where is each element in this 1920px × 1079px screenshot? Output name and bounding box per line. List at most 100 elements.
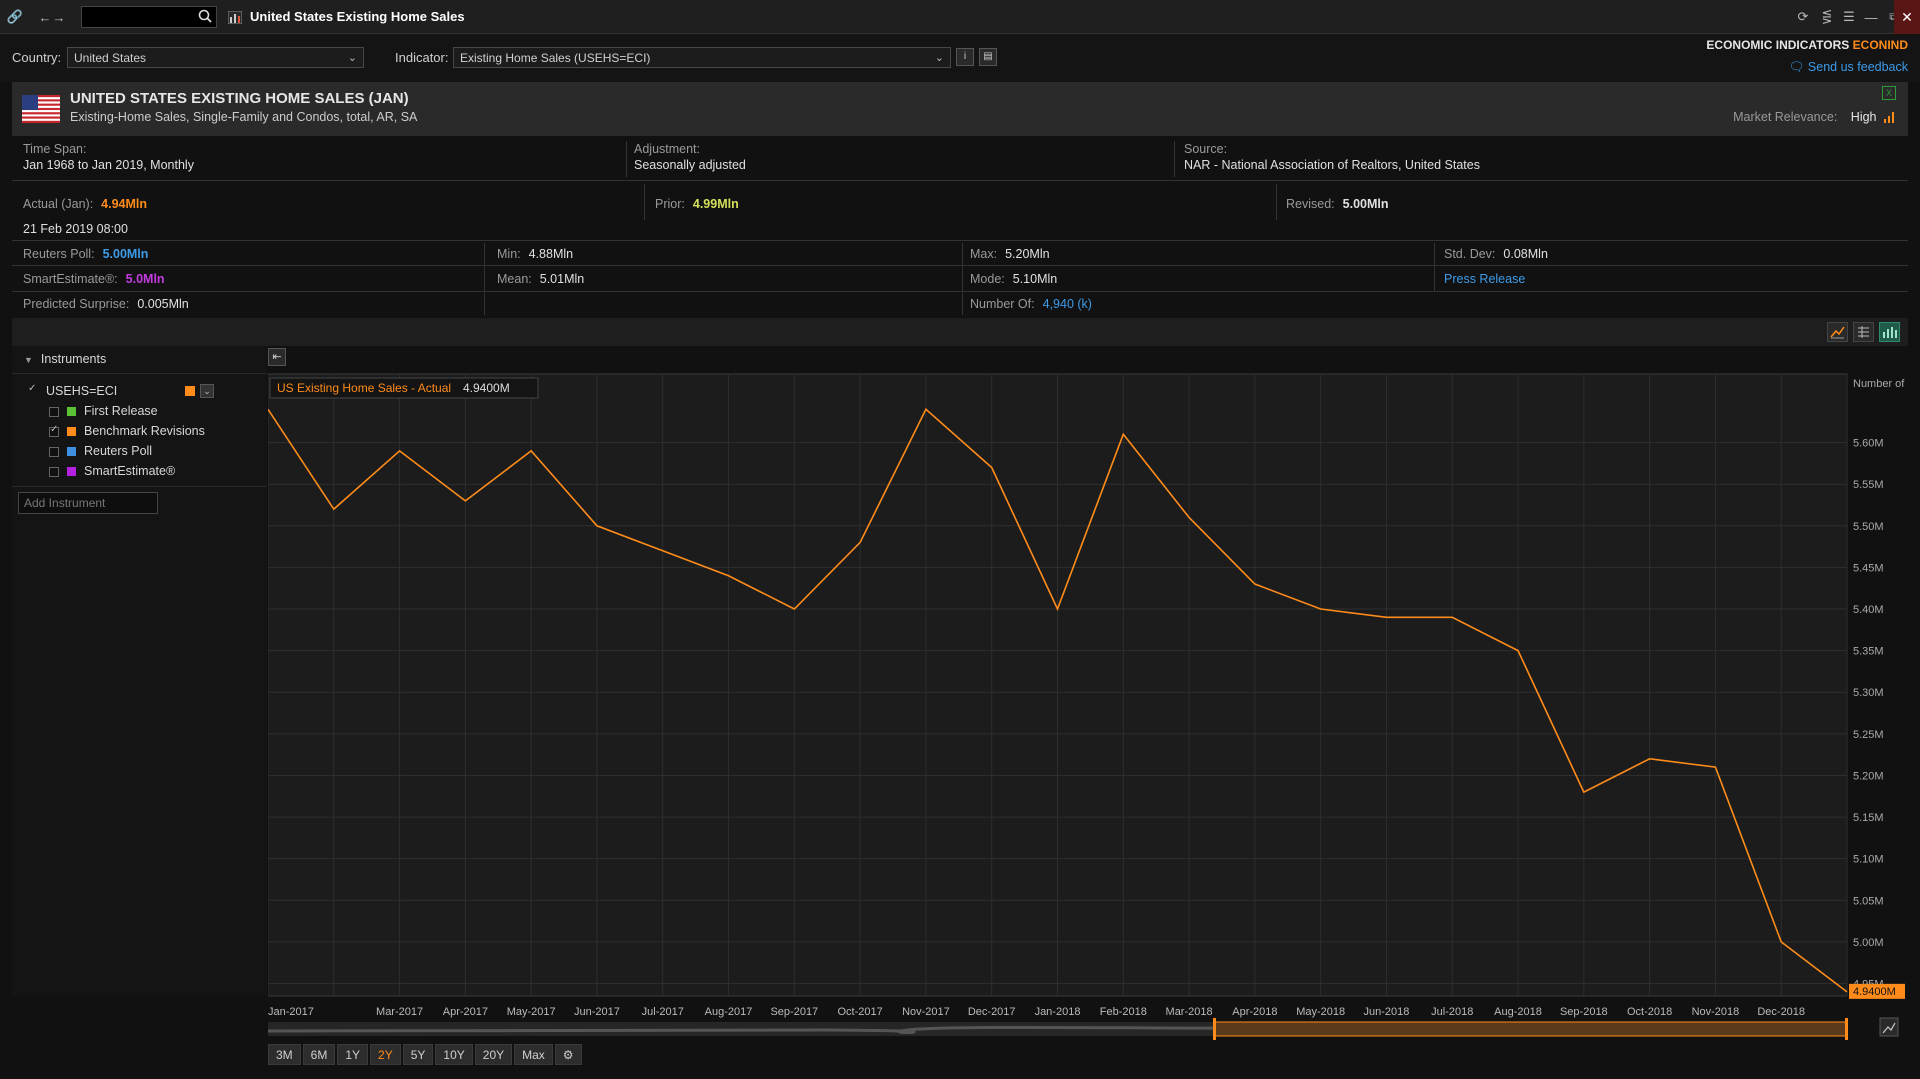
adjustment-value: Seasonally adjusted <box>634 158 746 172</box>
smartestimate-stat: SmartEstimate®: 5.0Mln <box>23 272 165 286</box>
search-input[interactable] <box>81 6 217 28</box>
data-point[interactable] <box>1713 765 1717 769</box>
smart-label: SmartEstimate®: <box>23 272 118 286</box>
navigator-left-handle[interactable] <box>1213 1018 1216 1040</box>
data-point[interactable] <box>398 449 402 453</box>
divider <box>1276 184 1277 220</box>
data-point[interactable] <box>332 507 336 511</box>
details-button[interactable]: ▤ <box>979 48 997 66</box>
chevron-down-icon[interactable]: ⌄ <box>200 384 214 398</box>
range-button-20y[interactable]: 20Y <box>474 1044 513 1065</box>
range-button-3m[interactable]: 3M <box>268 1044 301 1065</box>
menu-icon[interactable]: ☰ <box>1840 8 1858 26</box>
navigator-right-handle[interactable] <box>1845 1018 1848 1040</box>
data-point[interactable] <box>661 549 665 553</box>
legend-series-label: US Existing Home Sales - Actual <box>277 381 451 395</box>
instruments-header[interactable]: ▼ Instruments <box>24 352 106 366</box>
table-view-icon[interactable] <box>1853 322 1874 342</box>
checkbox[interactable] <box>49 424 59 437</box>
range-button-max[interactable]: Max <box>514 1044 553 1065</box>
data-point[interactable] <box>1056 607 1060 611</box>
data-point[interactable] <box>1187 515 1191 519</box>
line-chart[interactable]: 4.95M5.00M5.05M5.10M5.15M5.20M5.25M5.30M… <box>268 346 1908 1046</box>
y-tick-label: 5.50M <box>1853 521 1884 533</box>
close-icon[interactable]: ✕ <box>1894 0 1920 34</box>
search-icon[interactable] <box>198 9 212 23</box>
data-point[interactable] <box>1253 582 1257 586</box>
data-point[interactable] <box>529 449 533 453</box>
view-toolbar <box>12 318 1908 346</box>
x-tick-label: Jul-2017 <box>642 1006 684 1018</box>
x-tick-label: Feb-2018 <box>1100 1006 1147 1018</box>
press-release-label: Press Release <box>1444 272 1526 286</box>
bar-chart-view-icon[interactable] <box>1879 322 1900 342</box>
data-point[interactable] <box>1582 790 1586 794</box>
last-value-label: 4.9400M <box>1853 986 1896 998</box>
instrument-ric-row[interactable]: USEHS=ECI <box>28 383 117 398</box>
data-point[interactable] <box>1516 649 1520 653</box>
country-select[interactable]: United States ⌄ <box>67 47 364 68</box>
excel-export-icon[interactable]: X <box>1882 86 1896 100</box>
range-button-10y[interactable]: 10Y <box>435 1044 473 1065</box>
controls-bar: Country: United States ⌄ Indicator: Exis… <box>0 34 1920 82</box>
gear-icon[interactable]: ⚙ <box>554 1044 582 1065</box>
info-button[interactable]: i <box>956 48 974 66</box>
list-item[interactable]: SmartEstimate® <box>49 464 175 478</box>
data-point[interactable] <box>727 574 731 578</box>
stddev-stat: Std. Dev: 0.08Mln <box>1444 247 1548 261</box>
divider <box>484 243 485 315</box>
line-chart-view-icon[interactable] <box>1827 322 1848 342</box>
press-release-link[interactable]: Press Release <box>1444 272 1525 286</box>
add-instrument-input[interactable]: Add Instrument <box>18 492 158 514</box>
divider <box>626 141 627 177</box>
data-point[interactable] <box>463 499 467 503</box>
data-point[interactable] <box>792 607 796 611</box>
range-button-1y[interactable]: 1Y <box>337 1044 369 1065</box>
y-tick-label: 5.00M <box>1853 937 1884 949</box>
refresh-icon[interactable]: ⟳ <box>1794 8 1812 26</box>
x-tick-label: Jan-2018 <box>1035 1006 1081 1018</box>
zoom-reset-icon[interactable] <box>1879 1017 1899 1037</box>
range-buttons: 3M 6M 1Y 2Y 5Y 10Y 20Y Max ⚙ <box>268 1044 584 1065</box>
feedback-link[interactable]: 🗨 Send us feedback <box>1789 60 1908 75</box>
range-button-2y[interactable]: 2Y <box>370 1044 401 1065</box>
data-point[interactable] <box>595 524 599 528</box>
data-point[interactable] <box>1845 990 1849 994</box>
checkbox[interactable] <box>49 446 59 457</box>
data-point[interactable] <box>924 407 928 411</box>
checkbox[interactable] <box>49 466 59 477</box>
data-point[interactable] <box>1648 757 1652 761</box>
market-relevance: Market Relevance: High <box>1733 110 1896 124</box>
minimize-icon[interactable]: — <box>1862 8 1880 26</box>
divider <box>644 184 645 220</box>
range-button-6m[interactable]: 6M <box>302 1044 336 1065</box>
range-button-5y[interactable]: 5Y <box>402 1044 434 1065</box>
list-item-label: Benchmark Revisions <box>84 424 205 438</box>
data-point[interactable] <box>858 540 862 544</box>
y-tick-label: 5.30M <box>1853 687 1884 699</box>
data-point[interactable] <box>990 466 994 470</box>
checkbox[interactable] <box>28 383 38 397</box>
series-color-swatch[interactable] <box>185 386 195 396</box>
data-point[interactable] <box>1121 432 1125 436</box>
data-point[interactable] <box>1450 615 1454 619</box>
data-point[interactable] <box>1779 940 1783 944</box>
checkbox[interactable] <box>49 406 59 417</box>
navigator-selection[interactable] <box>1213 1021 1848 1037</box>
relevance-label: Market Relevance: <box>1733 110 1838 124</box>
link-icon[interactable]: 🔗 <box>6 8 24 26</box>
list-item[interactable]: Benchmark Revisions <box>49 424 205 438</box>
indicator-select[interactable]: Existing Home Sales (USEHS=ECI) ⌄ <box>453 47 951 68</box>
list-item[interactable]: First Release <box>49 404 158 418</box>
numberof-value[interactable]: 4,940 (k) <box>1043 297 1092 311</box>
source-value: NAR - National Association of Realtors, … <box>1184 158 1480 172</box>
list-item-label: SmartEstimate® <box>84 464 176 478</box>
data-point[interactable] <box>1384 615 1388 619</box>
forward-arrow-icon[interactable]: → <box>50 8 68 26</box>
x-tick-label: Nov-2017 <box>902 1006 950 1018</box>
data-point[interactable] <box>1319 607 1323 611</box>
x-tick-label: May-2017 <box>507 1006 556 1018</box>
list-item[interactable]: Reuters Poll <box>49 444 152 458</box>
x-tick-label: Jun-2018 <box>1364 1006 1410 1018</box>
share-icon[interactable]: ⋚ <box>1818 8 1836 26</box>
